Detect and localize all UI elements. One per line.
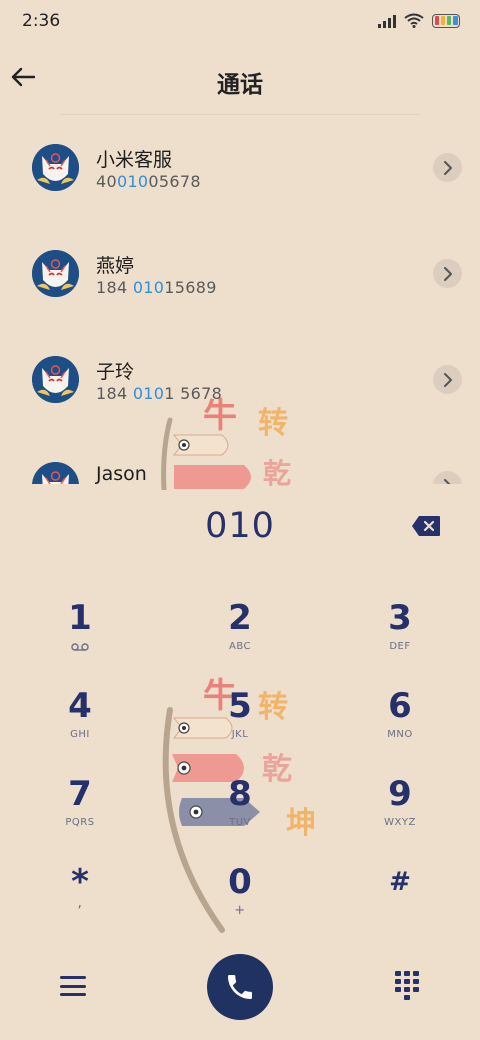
key-digit: 1 <box>68 598 92 638</box>
status-bar: 2:36 <box>0 0 480 44</box>
key-star[interactable]: * , <box>20 862 140 948</box>
key-hash[interactable]: # <box>340 862 460 948</box>
wifi-icon <box>404 13 424 28</box>
contact-number: 184 01015689 <box>96 278 217 297</box>
dialpad-toggle-button[interactable] <box>394 970 420 1000</box>
key-digit: # <box>389 867 411 897</box>
menu-button[interactable] <box>60 974 86 998</box>
dialed-number: 010 <box>205 506 275 546</box>
contact-list[interactable]: 小米客服 4001005678 燕婷 184 01015689 子玲 184 0… <box>0 114 480 484</box>
key-letters: + <box>234 903 246 918</box>
chevron-right-icon <box>443 266 452 281</box>
key-letters: DEF <box>389 641 411 652</box>
avatar <box>32 144 79 191</box>
bottom-bar <box>0 950 480 1026</box>
backspace-button[interactable] <box>411 515 441 537</box>
status-time: 2:36 <box>22 11 61 31</box>
dial-display: 010 <box>0 504 480 554</box>
number-match: 010 <box>132 384 165 403</box>
number-prefix: 184 <box>96 278 133 297</box>
phone-icon <box>228 975 252 999</box>
key-digit: 6 <box>388 686 412 726</box>
contact-detail-button[interactable] <box>433 365 462 394</box>
key-letters: TUV <box>229 817 251 828</box>
avatar <box>32 462 79 484</box>
key-digit: 7 <box>68 774 92 814</box>
number-prefix: 40 <box>96 172 117 191</box>
number-match: 010 <box>116 172 149 191</box>
key-digit: 3 <box>388 598 412 638</box>
key-digit: 9 <box>388 774 412 814</box>
voicemail-icon <box>71 643 89 651</box>
chevron-right-icon <box>443 372 452 387</box>
key-9[interactable]: 9 WXYZ <box>340 774 460 860</box>
avatar <box>32 356 79 403</box>
number-prefix: 184 <box>96 384 133 403</box>
key-digit: 2 <box>228 598 252 638</box>
battery-icon <box>432 13 460 28</box>
contact-detail-button[interactable] <box>433 153 462 182</box>
key-5[interactable]: 5 JKL <box>180 686 300 772</box>
signal-icon <box>378 14 396 28</box>
key-digit: 4 <box>68 686 92 726</box>
contact-name: Jason <box>96 463 147 484</box>
chevron-right-icon <box>443 478 451 484</box>
key-3[interactable]: 3 DEF <box>340 598 460 684</box>
contact-row[interactable]: Jason <box>0 432 480 484</box>
contact-row[interactable]: 小米客服 4001005678 <box>0 114 480 220</box>
backspace-icon <box>412 516 440 536</box>
key-letters: JKL <box>231 729 249 740</box>
page-title: 通话 <box>217 72 263 98</box>
contact-row[interactable]: 子玲 184 0101 5678 <box>0 326 480 432</box>
key-4[interactable]: 4 GHI <box>20 686 140 772</box>
key-letters: MNO <box>387 729 413 740</box>
contact-name: 子玲 <box>96 361 135 383</box>
contact-name: 小米客服 <box>96 149 173 171</box>
contact-row[interactable]: 燕婷 184 01015689 <box>0 220 480 326</box>
key-7[interactable]: 7 PQRS <box>20 774 140 860</box>
key-1[interactable]: 1 <box>20 598 140 684</box>
number-suffix: 05678 <box>148 172 201 191</box>
contact-number: 184 0101 5678 <box>96 384 222 403</box>
key-2[interactable]: 2 ABC <box>180 598 300 684</box>
number-suffix: 15689 <box>164 278 217 297</box>
key-0[interactable]: 0 + <box>180 862 300 948</box>
key-letters: GHI <box>70 729 90 740</box>
contact-name: 燕婷 <box>96 255 135 277</box>
key-digit: 5 <box>228 686 252 726</box>
call-button[interactable] <box>207 954 273 1020</box>
contact-detail-button[interactable] <box>433 471 462 484</box>
key-letters: , <box>77 895 83 911</box>
key-digit: 8 <box>228 774 252 814</box>
contact-detail-button[interactable] <box>433 259 462 288</box>
key-6[interactable]: 6 MNO <box>340 686 460 772</box>
number-match: 010 <box>132 278 165 297</box>
contact-number: 4001005678 <box>96 172 201 191</box>
chevron-right-icon <box>443 160 452 175</box>
avatar <box>32 250 79 297</box>
status-icons <box>378 13 460 28</box>
header: 通话 <box>0 48 480 110</box>
key-letters: ABC <box>228 641 251 652</box>
key-letters: PQRS <box>65 817 95 828</box>
key-digit: 0 <box>228 862 252 902</box>
key-8[interactable]: 8 TUV <box>180 774 300 860</box>
number-suffix: 1 5678 <box>164 384 223 403</box>
key-letters: WXYZ <box>384 817 416 828</box>
